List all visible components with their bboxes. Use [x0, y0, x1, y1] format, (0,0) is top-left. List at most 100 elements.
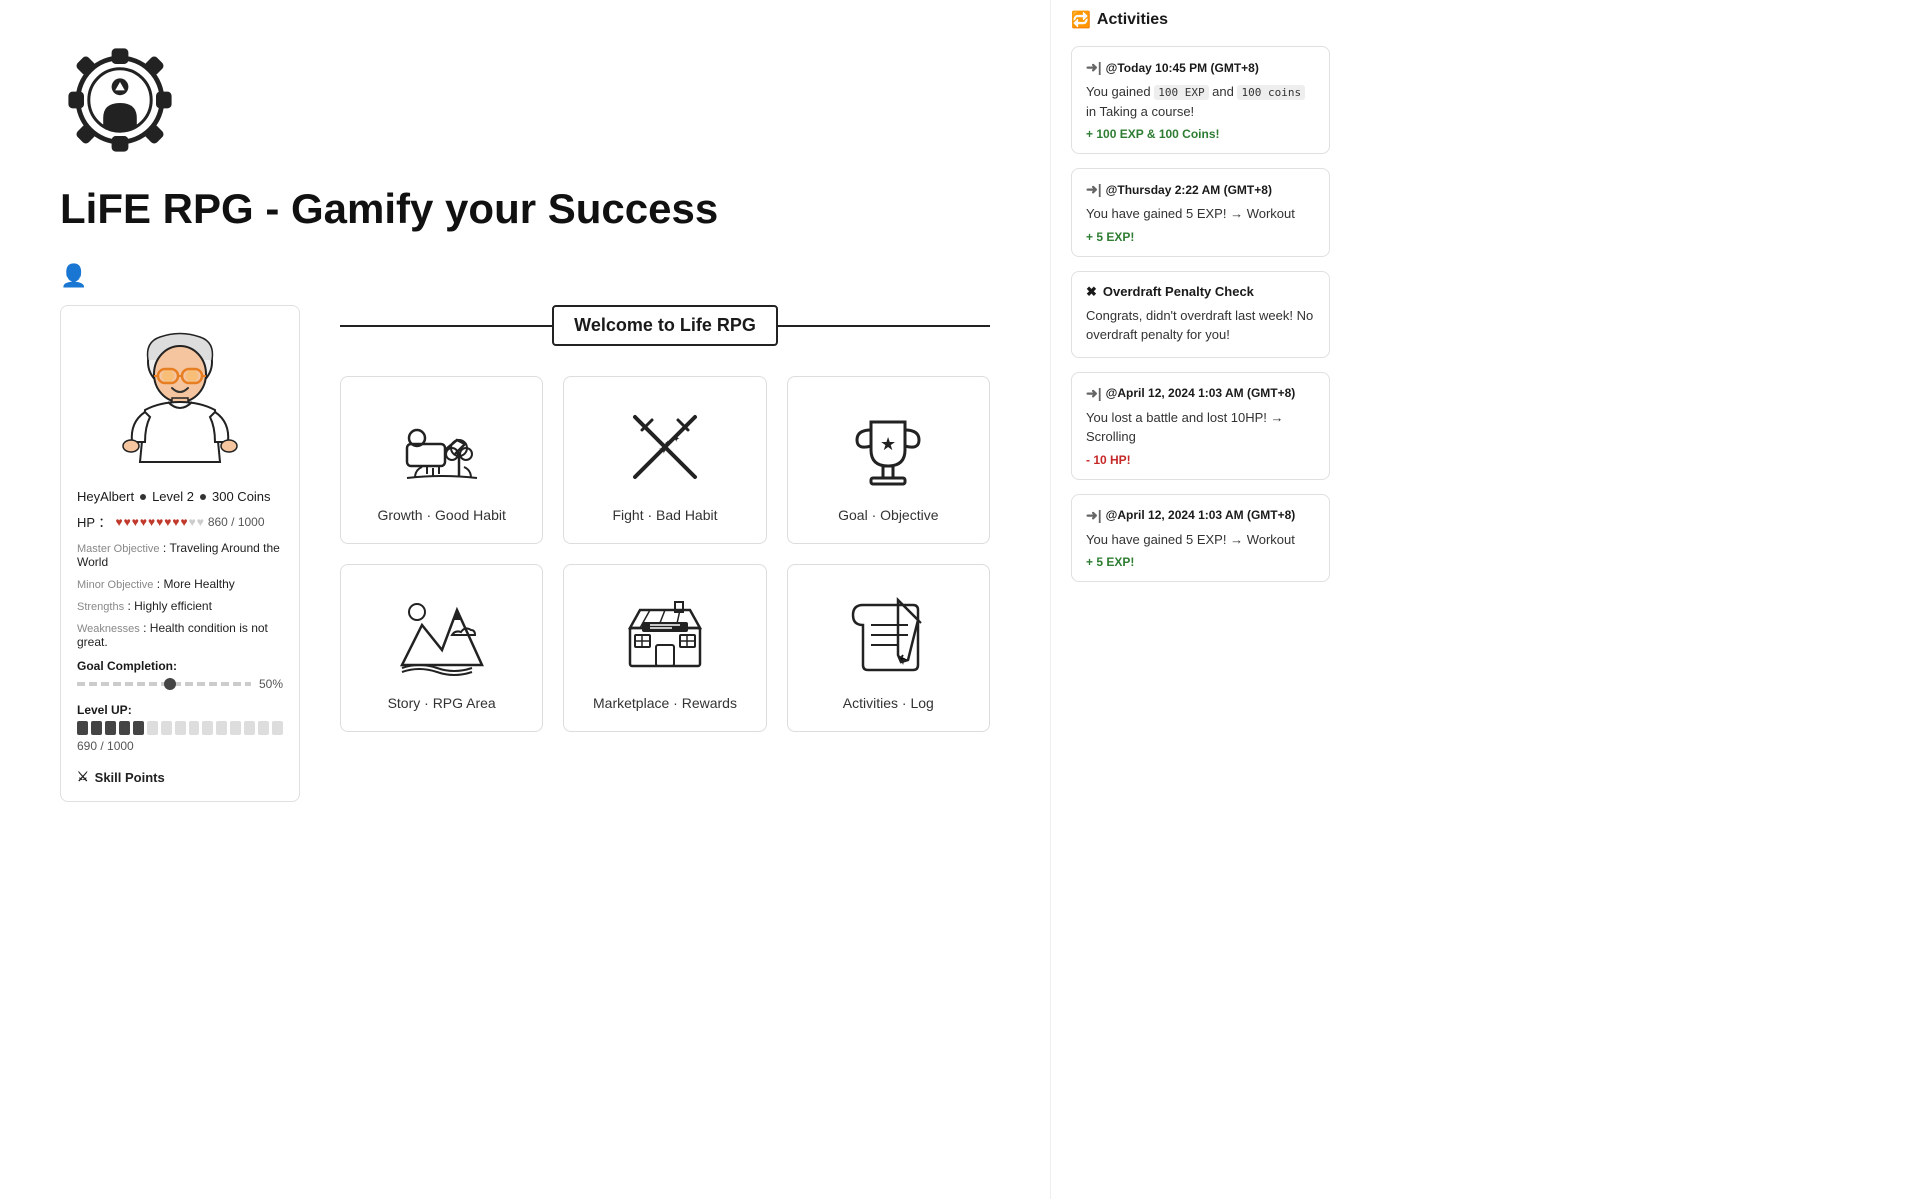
overdraft-text: Congrats, didn't overdraft last week! No…	[1086, 306, 1315, 345]
exp-badge-1: 100 EXP	[1154, 85, 1208, 100]
activity-4: ➜| @April 12, 2024 1:03 AM (GMT+8) You h…	[1071, 494, 1330, 583]
card-label-story: Story · RPG Area	[388, 695, 496, 711]
activity-3-text: You lost a battle and lost 10HP! → Scrol…	[1086, 408, 1315, 447]
card-grid: Growth · Good Habit	[340, 376, 990, 732]
user-icon-row: 👤	[60, 263, 990, 289]
level-value: 690 / 1000	[77, 739, 134, 753]
banner-line-right	[778, 325, 990, 327]
lb7	[161, 721, 172, 735]
heart-8: ♥	[172, 515, 179, 529]
activity-4-text: You have gained 5 EXP! → Workout	[1086, 530, 1315, 550]
activities-title-text: Activities	[1097, 11, 1168, 29]
lb2	[91, 721, 102, 735]
lb12	[230, 721, 241, 735]
card-icon-trophy: ★	[838, 397, 938, 497]
heart-7: ♥	[164, 515, 171, 529]
card-icon-plant	[392, 397, 492, 497]
user-icon: 👤	[60, 263, 87, 288]
activity-3-timestamp: ➜| @April 12, 2024 1:03 AM (GMT+8)	[1086, 385, 1315, 402]
master-objective-label: Master Objective	[77, 543, 160, 555]
progress-thumb	[164, 678, 176, 690]
x-icon-overdraft: ✖	[1086, 284, 1097, 300]
activity-4-timestamp: ➜| @April 12, 2024 1:03 AM (GMT+8)	[1086, 507, 1315, 524]
card-label-fight: Fight · Bad Habit	[612, 507, 717, 523]
activities-title: 🔁 Activities	[1071, 10, 1330, 30]
logo-area	[60, 40, 990, 165]
lb3	[105, 721, 116, 735]
heart-6: ♥	[156, 515, 163, 529]
heart-11: ♥	[197, 515, 204, 529]
lb10	[202, 721, 213, 735]
heart-3: ♥	[132, 515, 139, 529]
activities-icon: 🔁	[1071, 10, 1091, 30]
arrow-icon-1: ➜|	[1086, 59, 1102, 76]
card-icon-mountain	[392, 585, 492, 685]
shop-icon-svg	[620, 590, 710, 680]
card-story[interactable]: Story · RPG Area	[340, 564, 543, 732]
goal-completion-label: Goal Completion:	[77, 659, 283, 673]
card-goal-objective[interactable]: ★ Goal · Objective	[787, 376, 990, 544]
card-marketplace[interactable]: Marketplace · Rewards	[563, 564, 766, 732]
swords-icon-svg: ✦ ✦ ✦	[620, 402, 710, 492]
lb13	[244, 721, 255, 735]
goal-completion-section: Goal Completion: 50%	[77, 659, 283, 691]
lb14	[258, 721, 269, 735]
lb5	[133, 721, 144, 735]
activity-3-reward: - 10 HP!	[1086, 453, 1315, 467]
activity-3-time: @April 12, 2024 1:03 AM (GMT+8)	[1106, 386, 1296, 400]
card-icon-swords: ✦ ✦ ✦	[615, 397, 715, 497]
heart-4: ♥	[140, 515, 147, 529]
lb8	[175, 721, 186, 735]
arrow-icon-4: ➜|	[1086, 507, 1102, 524]
activity-4-reward: + 5 EXP!	[1086, 555, 1315, 569]
minor-objective-label: Minor Objective	[77, 579, 153, 591]
heart-1: ♥	[115, 515, 122, 529]
activity-1: ➜| @Today 10:45 PM (GMT+8) You gained 10…	[1071, 46, 1330, 154]
hp-label: HP ：	[77, 512, 111, 531]
card-label-goal: Goal · Objective	[838, 507, 938, 523]
progress-track	[77, 682, 251, 686]
plant-icon-svg	[397, 402, 487, 492]
level-up-section: Level UP:	[77, 703, 283, 755]
hearts: ♥ ♥ ♥ ♥ ♥ ♥ ♥ ♥ ♥ ♥ ♥	[115, 515, 203, 529]
card-fight-bad-habit[interactable]: ✦ ✦ ✦ Fight · Bad Habit	[563, 376, 766, 544]
welcome-banner-wrapper: Welcome to Life RPG	[340, 305, 990, 346]
card-activities-log[interactable]: Activities · Log	[787, 564, 990, 732]
overdraft-title-text: Overdraft Penalty Check	[1103, 284, 1254, 299]
overdraft-card: ✖ Overdraft Penalty Check Congrats, didn…	[1071, 271, 1330, 358]
heart-5: ♥	[148, 515, 155, 529]
card-growth-good-habit[interactable]: Growth · Good Habit	[340, 376, 543, 544]
activity-1-text: You gained 100 EXP and 100 coins in Taki…	[1086, 82, 1315, 121]
character-panel: HeyAlbert Level 2 300 Coins HP ： ♥ ♥ ♥ ♥…	[60, 305, 300, 802]
svg-text:✦: ✦	[664, 439, 671, 448]
activity-1-time: @Today 10:45 PM (GMT+8)	[1106, 61, 1259, 75]
character-illustration	[110, 322, 250, 472]
hp-value: 860 / 1000	[208, 515, 265, 529]
level-blocks	[77, 721, 283, 735]
activity-1-reward: + 100 EXP & 100 Coins!	[1086, 127, 1315, 141]
card-label-growth: Growth · Good Habit	[377, 507, 505, 523]
hp-row: HP ： ♥ ♥ ♥ ♥ ♥ ♥ ♥ ♥ ♥ ♥ ♥ 860 / 1000	[77, 512, 283, 531]
progress-percent: 50%	[259, 677, 283, 691]
logo-icon	[60, 40, 180, 160]
separator2	[200, 494, 206, 500]
strengths-value: Highly efficient	[134, 599, 212, 613]
lb15	[272, 721, 283, 735]
svg-text:★: ★	[880, 434, 896, 454]
minor-objective-value: More Healthy	[163, 577, 234, 591]
character-coins: 300 Coins	[212, 489, 271, 504]
activity-4-time: @April 12, 2024 1:03 AM (GMT+8)	[1106, 508, 1296, 522]
heart-10: ♥	[189, 515, 196, 529]
character-name: HeyAlbert	[77, 489, 134, 504]
master-objective-row: Master Objective : Traveling Around the …	[77, 541, 283, 569]
weaknesses-row: Weaknesses : Health condition is not gre…	[77, 621, 283, 649]
progress-bar: 50%	[77, 677, 283, 691]
character-avatar	[77, 322, 283, 477]
banner-line-left	[340, 325, 552, 327]
overdraft-title: ✖ Overdraft Penalty Check	[1086, 284, 1315, 300]
svg-text:✦: ✦	[672, 434, 680, 445]
card-icon-pen	[838, 585, 938, 685]
center-panel: Welcome to Life RPG	[340, 305, 990, 802]
skill-points-row[interactable]: ⚔ Skill Points	[77, 769, 283, 785]
skill-points-label: Skill Points	[95, 770, 165, 785]
